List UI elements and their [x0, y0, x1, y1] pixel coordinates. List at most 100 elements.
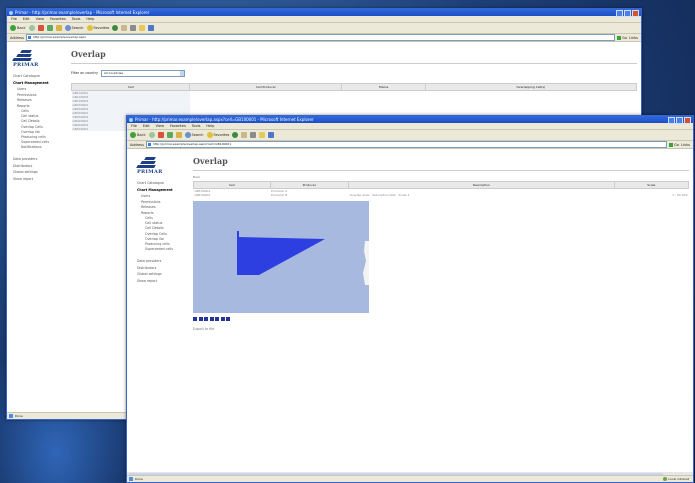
maximize-button[interactable]: [624, 10, 631, 17]
menu-favorites[interactable]: Favorites: [170, 123, 186, 129]
sidebar-item-show-report[interactable]: Show report: [13, 177, 67, 181]
sidebar-item-global-settings[interactable]: Global settings: [13, 170, 67, 174]
back-button[interactable]: Back: [130, 132, 146, 138]
address-input[interactable]: http://primar.example/overlap.aspx?cell=…: [145, 141, 668, 148]
column-header-producer[interactable]: Cell Producer: [189, 82, 343, 91]
primar-logo[interactable]: PRIMAR: [136, 156, 189, 175]
pan-left-icon[interactable]: [193, 317, 197, 321]
sidebar-item-permissions[interactable]: Permissions: [17, 93, 67, 97]
go-button[interactable]: Go: [669, 142, 679, 147]
sidebar-item-chart-catalogue[interactable]: Chart Catalogue: [137, 181, 189, 185]
folder-icon[interactable]: [259, 132, 266, 138]
sidebar-item-superseded-cells[interactable]: Superseded cells: [21, 140, 67, 144]
sidebar-item-cell-details[interactable]: Cell Details: [145, 226, 189, 230]
stop-icon[interactable]: [157, 132, 164, 138]
pan-up-icon[interactable]: [204, 317, 208, 321]
refresh-icon[interactable]: [46, 25, 53, 31]
overlap-map[interactable]: [193, 201, 369, 313]
menu-tools[interactable]: Tools: [192, 123, 201, 129]
export-link[interactable]: Export to file: [193, 327, 689, 331]
sidebar-item-overlap-list[interactable]: Overlap list: [145, 237, 189, 241]
sidebar-item-distributors[interactable]: Distributors: [137, 266, 189, 270]
sidebar-item-reports[interactable]: Reports: [17, 104, 67, 108]
forward-arrow-icon[interactable]: [28, 25, 35, 31]
search-button[interactable]: Search: [64, 25, 84, 31]
media-icon[interactable]: [232, 132, 239, 138]
menu-view[interactable]: View: [156, 123, 164, 129]
column-header-description[interactable]: Description: [348, 180, 615, 189]
sidebar-item-cell-status[interactable]: Cell status: [21, 114, 67, 118]
messenger-icon[interactable]: [148, 25, 155, 31]
close-button[interactable]: [684, 117, 691, 124]
column-header-scale[interactable]: Scale: [613, 180, 690, 189]
maximize-button[interactable]: [676, 117, 683, 124]
sidebar-item-superseded-cells[interactable]: Superseded cells: [145, 247, 189, 251]
favorites-button[interactable]: Favorites: [206, 132, 229, 138]
menu-edit[interactable]: Edit: [143, 123, 150, 129]
sidebar-item-reports[interactable]: Reports: [141, 211, 189, 215]
column-header-producer[interactable]: Producer: [269, 180, 350, 189]
forward-arrow-icon[interactable]: [148, 132, 155, 138]
sidebar-item-releases[interactable]: Releases: [141, 205, 189, 209]
favorites-button[interactable]: Favorites: [86, 25, 109, 31]
sidebar-item-cells[interactable]: Cells: [21, 109, 67, 113]
menu-edit[interactable]: Edit: [23, 16, 30, 22]
column-header-overlapping[interactable]: Overlapping Cell(s): [424, 82, 638, 91]
address-input[interactable]: http://primar.example/overlap.aspx: [25, 34, 616, 41]
minimize-button[interactable]: [616, 10, 623, 17]
home-icon[interactable]: [55, 25, 62, 31]
minimize-button[interactable]: [668, 117, 675, 124]
print-icon[interactable]: [250, 132, 257, 138]
sidebar-item-cells[interactable]: Cells: [145, 216, 189, 220]
sidebar-item-data-providers[interactable]: Data providers: [13, 157, 67, 161]
sidebar-item-notifications[interactable]: Notifications: [21, 145, 67, 149]
print-icon[interactable]: [130, 25, 137, 31]
column-header-cell[interactable]: Cell: [193, 180, 271, 189]
back-button[interactable]: Back: [10, 25, 26, 31]
table-row[interactable]: GB100002 Producer B Overlap area - descr…: [194, 193, 689, 197]
country-select[interactable]: All Countries: [100, 69, 185, 77]
back-link[interactable]: Back: [193, 175, 689, 179]
stop-icon[interactable]: [37, 25, 44, 31]
close-button[interactable]: [632, 10, 639, 17]
mail-icon[interactable]: [121, 25, 128, 31]
folder-icon[interactable]: [139, 25, 146, 31]
full-extent-icon[interactable]: [226, 317, 230, 321]
sidebar-item-data-providers[interactable]: Data providers: [137, 259, 189, 263]
media-icon[interactable]: [112, 25, 119, 31]
sidebar-item-global-settings[interactable]: Global settings: [137, 272, 189, 276]
sidebar-item-permissions[interactable]: Permissions: [141, 200, 189, 204]
go-button[interactable]: Go: [617, 35, 627, 40]
menu-tools[interactable]: Tools: [72, 16, 81, 22]
sidebar-item-cell-status[interactable]: Cell status: [145, 221, 189, 225]
sidebar-item-overlap-list[interactable]: Overlap list: [21, 130, 67, 134]
links-button[interactable]: Links: [681, 143, 690, 147]
sidebar-item-show-report[interactable]: Show report: [137, 279, 189, 283]
title-bar[interactable]: Primar - http://primar.example/overlap -…: [7, 9, 641, 17]
messenger-icon[interactable]: [268, 132, 275, 138]
menu-favorites[interactable]: Favorites: [50, 16, 66, 22]
menu-view[interactable]: View: [36, 16, 44, 22]
refresh-icon[interactable]: [166, 132, 173, 138]
pan-right-icon[interactable]: [198, 317, 203, 321]
sidebar-item-chart-management[interactable]: Chart Management: [13, 81, 67, 85]
sidebar-item-producing-cells[interactable]: Producing cells: [21, 135, 67, 139]
mail-icon[interactable]: [241, 132, 248, 138]
sidebar-item-users[interactable]: Users: [17, 87, 67, 91]
menu-file[interactable]: File: [131, 123, 137, 129]
sidebar-item-overlap-cells[interactable]: Overlap Cells: [21, 125, 67, 129]
menu-help[interactable]: Help: [86, 16, 94, 22]
sidebar-item-overlap-cells[interactable]: Overlap Cells: [145, 232, 189, 236]
title-bar[interactable]: Primar - http://primar.example/overlap.a…: [127, 116, 693, 124]
zoom-in-icon[interactable]: [215, 317, 219, 321]
links-button[interactable]: Links: [629, 36, 638, 40]
pan-down-icon[interactable]: [209, 317, 214, 321]
home-icon[interactable]: [175, 132, 182, 138]
primar-logo[interactable]: PRIMAR: [12, 49, 67, 68]
sidebar-item-chart-catalogue[interactable]: Chart Catalogue: [13, 74, 67, 78]
column-header-status[interactable]: Status: [341, 82, 426, 91]
browser-window-front[interactable]: Primar - http://primar.example/overlap.a…: [126, 115, 694, 483]
sidebar-item-cell-details[interactable]: Cell Details: [21, 119, 67, 123]
sidebar-item-users[interactable]: Users: [141, 194, 189, 198]
sidebar-item-chart-management[interactable]: Chart Management: [137, 188, 189, 192]
